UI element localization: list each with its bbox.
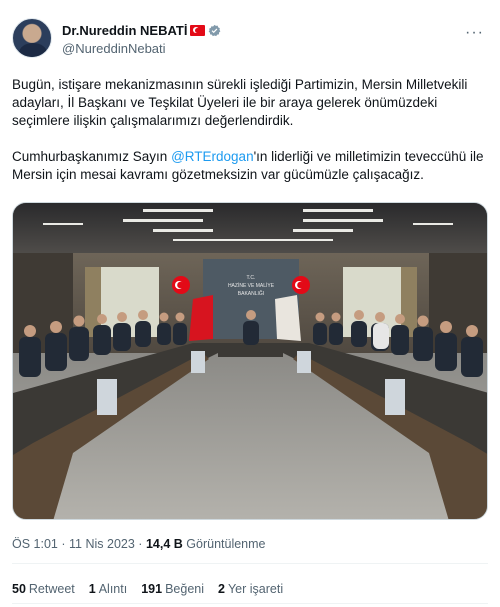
tweet-meta: ÖS 1:01 · 11 Nis 2023 · 14,4 B Görüntüle… bbox=[12, 537, 266, 551]
meta-separator: · bbox=[138, 537, 143, 551]
divider bbox=[12, 563, 488, 564]
likes-label: Beğeni bbox=[165, 582, 205, 596]
retweets-count: 50 bbox=[12, 582, 26, 596]
tweet-paragraph-1: Bugün, istişare mekanizmasının sürekli i… bbox=[12, 77, 468, 128]
quotes-label: Alıntı bbox=[98, 582, 128, 596]
meta-separator: · bbox=[61, 537, 66, 551]
views-count: 14,4 B bbox=[145, 537, 183, 551]
bookmarks-stat[interactable]: 2 Yer işareti bbox=[218, 582, 283, 596]
retweets-label: Retweet bbox=[28, 582, 75, 596]
engagement-stats: 50 Retweet 1 Alıntı 191 Beğeni 2 Yer işareti bbox=[12, 582, 283, 596]
sign-line-3: BAKANLIĞI bbox=[238, 290, 264, 297]
verified-badge-icon bbox=[209, 24, 221, 37]
likes-stat[interactable]: 191 Beğeni bbox=[141, 582, 204, 596]
user-handle[interactable]: @NureddinNebati bbox=[62, 41, 166, 56]
turkish-flag-icon bbox=[190, 25, 206, 36]
divider bbox=[12, 603, 488, 604]
tweet-photo[interactable]: T.C. HAZİNE VE MALİYE BAKANLIĞI bbox=[12, 202, 488, 520]
tweet-time[interactable]: ÖS 1:01 bbox=[12, 537, 58, 551]
bookmarks-count: 2 bbox=[218, 582, 225, 596]
name-row: Dr.Nureddin NEBATİ bbox=[62, 23, 221, 38]
more-options-icon[interactable]: ··· bbox=[465, 24, 484, 42]
tweet-text: Bugün, istişare mekanizmasının sürekli i… bbox=[12, 76, 488, 202]
display-name[interactable]: Dr.Nureddin NEBATİ bbox=[62, 23, 187, 38]
avatar[interactable] bbox=[12, 18, 52, 58]
views-label: Görüntülenme bbox=[186, 537, 266, 551]
sign-line-1: T.C. bbox=[247, 275, 256, 281]
meeting-photo-illustration: T.C. HAZİNE VE MALİYE BAKANLIĞI bbox=[13, 203, 487, 519]
sign-line-2: HAZİNE VE MALİYE bbox=[228, 282, 275, 289]
likes-count: 191 bbox=[141, 582, 163, 596]
quotes-stat[interactable]: 1 Alıntı bbox=[89, 582, 127, 596]
mention-link[interactable]: @RTErdogan bbox=[171, 149, 254, 164]
quotes-count: 1 bbox=[88, 582, 96, 596]
tweet-paragraph-2: Cumhurbaşkanımız Sayın @RTErdogan'ın lid… bbox=[12, 148, 488, 184]
bookmarks-label: Yer işareti bbox=[227, 582, 284, 596]
tweet-date[interactable]: 11 Nis 2023 bbox=[69, 537, 135, 551]
retweets-stat[interactable]: 50 Retweet bbox=[12, 582, 75, 596]
paragraph-2-start: Cumhurbaşkanımız Sayın bbox=[12, 149, 172, 164]
tweet-header: Dr.Nureddin NEBATİ @NureddinNebati ··· bbox=[12, 14, 488, 64]
